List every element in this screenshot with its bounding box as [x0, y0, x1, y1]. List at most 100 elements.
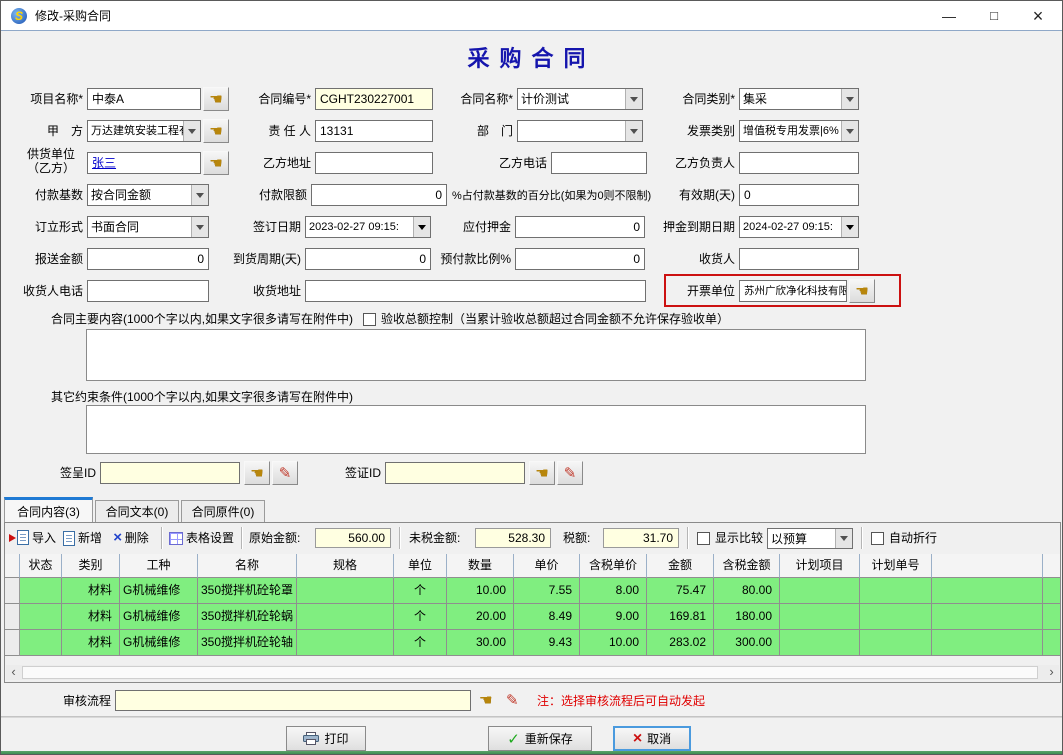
cell-taxed-amount[interactable]: 80.00 [714, 578, 780, 604]
cell-taxed-amount[interactable]: 300.00 [714, 630, 780, 656]
qianzheng-lookup-button[interactable]: ☚ [529, 461, 555, 485]
cell-amount[interactable]: 75.47 [647, 578, 714, 604]
delivery-cycle-input[interactable]: 0 [305, 248, 431, 270]
cell-name[interactable]: 350搅拌机砼轮轴 [198, 630, 297, 656]
delete-row-button[interactable]: × 删除 [113, 528, 149, 548]
party-b-phone-input[interactable] [551, 152, 647, 174]
cell-spec[interactable] [297, 578, 394, 604]
cell-unit-price[interactable]: 9.43 [514, 630, 580, 656]
cell-plan-no[interactable] [860, 630, 932, 656]
col-name[interactable]: 名称 [198, 554, 297, 578]
cell-amount[interactable]: 283.02 [647, 630, 714, 656]
tab-contract-content[interactable]: 合同内容(3) [4, 497, 93, 523]
maximize-button[interactable]: □ [976, 1, 1012, 31]
valid-days-input[interactable]: 0 [739, 184, 859, 206]
sign-date-picker[interactable]: 2023-02-27 09:15: [305, 216, 431, 238]
cell-quantity[interactable]: 10.00 [447, 578, 514, 604]
department-select[interactable] [517, 120, 643, 142]
party-a-select[interactable]: 万达建筑安装工程有 [87, 120, 201, 142]
project-lookup-button[interactable]: ☚ [203, 87, 229, 111]
cell-unit[interactable]: 个 [394, 630, 447, 656]
col-unit[interactable]: 单位 [394, 554, 447, 578]
deposit-due-date-picker[interactable]: 2024-02-27 09:15: [739, 216, 859, 238]
minimize-button[interactable]: — [931, 1, 967, 31]
cell-plan-no[interactable] [860, 604, 932, 630]
close-button[interactable]: × [1020, 1, 1056, 31]
scroll-left-button[interactable]: ‹ [6, 665, 21, 680]
col-spec[interactable]: 规格 [297, 554, 394, 578]
acceptance-control-checkbox[interactable] [363, 313, 376, 326]
col-category[interactable]: 类别 [62, 554, 120, 578]
project-name-input[interactable]: 中泰A [87, 88, 201, 110]
cell-unit-price[interactable]: 8.49 [514, 604, 580, 630]
approval-flow-input[interactable] [115, 690, 471, 711]
compare-mode-select[interactable]: 以预算 [767, 528, 853, 549]
party-b-manager-input[interactable] [739, 152, 859, 174]
resave-button[interactable]: ✓ 重新保存 [488, 726, 592, 751]
cell-amount[interactable]: 169.81 [647, 604, 714, 630]
col-taxed-amount[interactable]: 含税金额 [714, 554, 780, 578]
approval-clear-pencil-icon[interactable]: ✎ [506, 691, 519, 709]
cell-status[interactable] [20, 630, 62, 656]
party-a-lookup-button[interactable]: ☚ [203, 119, 229, 143]
tab-contract-text[interactable]: 合同文本(0) [95, 500, 179, 523]
table-row[interactable]: 材料 G机械维修 350搅拌机砼轮蜗 个 20.00 8.49 9.00 169… [5, 604, 1060, 630]
cell-taxed-unit-price[interactable]: 9.00 [580, 604, 647, 630]
import-button[interactable]: 导入 [9, 528, 56, 548]
qiancheng-id-input[interactable] [100, 462, 240, 484]
col-amount[interactable]: 金额 [647, 554, 714, 578]
invoice-unit-input[interactable]: 苏州广欣净化科技有限 [739, 280, 847, 302]
responsible-input[interactable]: 13131 [315, 120, 433, 142]
cell-quantity[interactable]: 30.00 [447, 630, 514, 656]
contract-name-select[interactable]: 计价测试 [517, 88, 643, 110]
col-status[interactable]: 状态 [20, 554, 62, 578]
qianzheng-id-input[interactable] [385, 462, 525, 484]
contract-no-input[interactable]: CGHT230227001 [315, 88, 433, 110]
main-content-textarea[interactable] [86, 329, 866, 381]
horizontal-scrollbar[interactable]: ‹ › [6, 665, 1059, 680]
cell-category[interactable]: 材料 [62, 604, 120, 630]
row-selector[interactable] [5, 630, 20, 656]
invoice-type-select[interactable]: 增值税专用发票|6% [739, 120, 859, 142]
cell-plan-project[interactable] [780, 630, 860, 656]
payment-base-select[interactable]: 按合同金额 [87, 184, 209, 206]
row-selector[interactable] [5, 578, 20, 604]
tab-contract-original[interactable]: 合同原件(0) [181, 500, 265, 523]
supplier-lookup-button[interactable]: ☚ [203, 151, 229, 175]
report-amount-input[interactable]: 0 [87, 248, 209, 270]
cell-status[interactable] [20, 578, 62, 604]
scrollbar-thumb[interactable] [22, 666, 1038, 679]
receiver-phone-input[interactable] [87, 280, 209, 302]
cancel-button[interactable]: × 取消 [613, 726, 691, 751]
contract-type-select[interactable]: 集采 [739, 88, 859, 110]
cell-taxed-unit-price[interactable]: 10.00 [580, 630, 647, 656]
table-row[interactable]: 材料 G机械维修 350搅拌机砼轮轴 个 30.00 9.43 10.00 28… [5, 630, 1060, 656]
cell-unit-price[interactable]: 7.55 [514, 578, 580, 604]
col-quantity[interactable]: 数量 [447, 554, 514, 578]
scroll-right-button[interactable]: › [1044, 665, 1059, 680]
cell-name[interactable]: 350搅拌机砼轮蜗 [198, 604, 297, 630]
col-worktype[interactable]: 工种 [120, 554, 198, 578]
cell-plan-no[interactable] [860, 578, 932, 604]
cell-taxed-amount[interactable]: 180.00 [714, 604, 780, 630]
cell-worktype[interactable]: G机械维修 [120, 630, 198, 656]
table-row[interactable]: 材料 G机械维修 350搅拌机砼轮罩 个 10.00 7.55 8.00 75.… [5, 578, 1060, 604]
cell-category[interactable]: 材料 [62, 578, 120, 604]
qiancheng-clear-button[interactable]: ✎ [272, 461, 298, 485]
row-selector[interactable] [5, 604, 20, 630]
supplier-link[interactable]: 张三 [92, 156, 116, 170]
cell-spec[interactable] [297, 604, 394, 630]
supplier-input[interactable]: 张三 [87, 152, 201, 174]
party-b-address-input[interactable] [315, 152, 433, 174]
cell-worktype[interactable]: G机械维修 [120, 604, 198, 630]
cell-taxed-unit-price[interactable]: 8.00 [580, 578, 647, 604]
receive-address-input[interactable] [305, 280, 646, 302]
cell-unit[interactable]: 个 [394, 604, 447, 630]
col-taxed-unit-price[interactable]: 含税单价 [580, 554, 647, 578]
sign-form-select[interactable]: 书面合同 [87, 216, 209, 238]
cell-spec[interactable] [297, 630, 394, 656]
add-row-button[interactable]: 新增 [63, 528, 102, 548]
print-button[interactable]: 打印 [286, 726, 366, 751]
other-terms-textarea[interactable] [86, 405, 866, 454]
col-plan-no[interactable]: 计划单号 [860, 554, 932, 578]
